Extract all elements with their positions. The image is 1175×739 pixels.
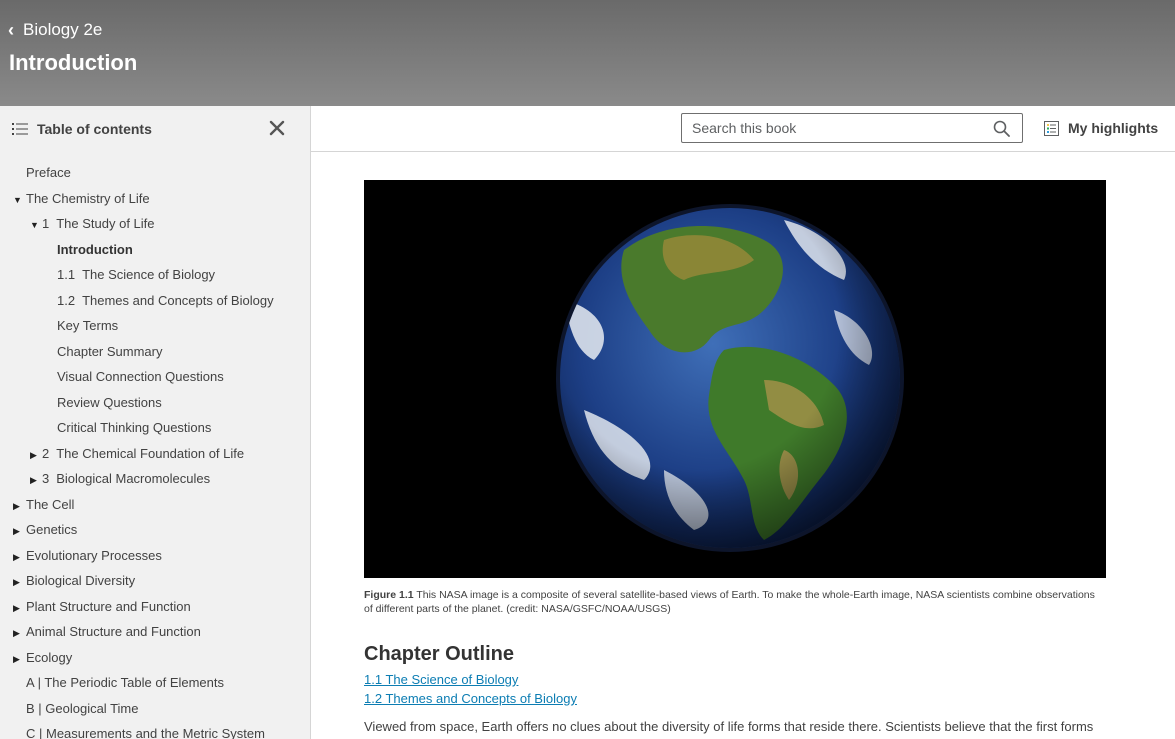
figure-caption: Figure 1.1 This NASA image is a composit… bbox=[364, 588, 1106, 616]
toc-title: Table of contents bbox=[37, 120, 152, 137]
toc-item-label: A | The Periodic Table of Elements bbox=[26, 675, 225, 690]
back-to-book-link[interactable]: ‹ Biology 2e bbox=[8, 20, 102, 40]
toc-item[interactable]: Introduction bbox=[0, 242, 310, 268]
toc-item[interactable]: ▶ 2 The Chemical Foundation of Life bbox=[0, 446, 310, 472]
caret-down-icon[interactable]: ▼ bbox=[30, 218, 39, 233]
toc-item-label: Genetics bbox=[26, 522, 78, 537]
chevron-left-icon: ‹ bbox=[8, 20, 14, 40]
intro-paragraph: Viewed from space, Earth offers no clues… bbox=[364, 719, 1094, 734]
toc-item[interactable]: Critical Thinking Questions bbox=[0, 420, 310, 446]
toc-item-number: 1.2 bbox=[57, 292, 76, 308]
toc-header: Table of contents bbox=[0, 106, 310, 151]
toc-item-label: Plant Structure and Function bbox=[26, 598, 191, 614]
toolbar: My highlights bbox=[311, 106, 1175, 152]
search-icon[interactable] bbox=[993, 120, 1010, 137]
toc-item-label: The Study of Life bbox=[56, 216, 155, 231]
toc-item-label: The Chemical Foundation of Life bbox=[56, 445, 245, 461]
caret-right-icon[interactable]: ▶ bbox=[13, 524, 20, 539]
toc-item-label: Review Questions bbox=[57, 394, 162, 410]
toc-item-label: Preface bbox=[26, 165, 71, 180]
earth-figure-image bbox=[364, 180, 1106, 578]
close-icon[interactable] bbox=[268, 119, 286, 137]
highlights-icon bbox=[1044, 120, 1059, 136]
book-title: Biology 2e bbox=[23, 20, 103, 39]
toc-item[interactable]: ▶ Plant Structure and Function bbox=[0, 599, 310, 625]
toc-item-label: Animal Structure and Function bbox=[26, 624, 201, 639]
my-highlights-label: My highlights bbox=[1068, 120, 1159, 136]
figure-label: Figure 1.1 bbox=[364, 589, 414, 601]
my-highlights-button[interactable]: My highlights bbox=[1044, 120, 1158, 136]
toc-item-label: Critical Thinking Questions bbox=[57, 420, 212, 435]
caret-right-icon[interactable]: ▶ bbox=[13, 499, 20, 514]
toc-item[interactable]: ▼ 1 The Study of Life bbox=[0, 216, 310, 242]
caret-right-icon[interactable]: ▶ bbox=[30, 448, 37, 463]
toc-item[interactable]: Key Terms bbox=[0, 318, 310, 344]
toc-item[interactable]: 1.1 The Science of Biology bbox=[0, 267, 310, 293]
toc-item[interactable]: ▶ Ecology bbox=[0, 650, 310, 676]
toc-item-number: 1.1 bbox=[57, 267, 76, 282]
caret-right-icon[interactable]: ▶ bbox=[13, 550, 20, 565]
toc-item[interactable]: ▶ The Cell bbox=[0, 497, 310, 523]
toc-item[interactable]: Chapter Summary bbox=[0, 344, 310, 370]
toc-item[interactable]: Visual Connection Questions bbox=[0, 369, 310, 395]
toc-list-icon bbox=[12, 122, 28, 135]
figure-caption-text: This NASA image is a composite of severa… bbox=[364, 589, 1095, 615]
toc-item-label: Biological Diversity bbox=[26, 573, 136, 588]
toc-item[interactable]: C | Measurements and the Metric System bbox=[0, 726, 310, 739]
toc-item-number: 2 bbox=[42, 445, 50, 461]
toc-item-label: Themes and Concepts of Biology bbox=[82, 292, 274, 308]
earth-globe-illustration bbox=[556, 204, 904, 552]
toc-item-label: Evolutionary Processes bbox=[26, 547, 162, 563]
toc-item-label: Chapter Summary bbox=[57, 343, 163, 359]
toc-item[interactable]: ▶ Biological Diversity bbox=[0, 573, 310, 599]
toc-item-label: Ecology bbox=[26, 649, 73, 665]
toc-item-label: The Science of Biology bbox=[82, 267, 216, 282]
toc-item[interactable]: ▶ Evolutionary Processes bbox=[0, 548, 310, 574]
toc-item-label: Key Terms bbox=[57, 318, 119, 333]
toc-list: Preface ▼ The Chemistry of Life ▼ 1 The Study… bbox=[0, 151, 310, 739]
toc-item[interactable]: B | Geological Time bbox=[0, 701, 310, 727]
toc-item[interactable]: ▶ Genetics bbox=[0, 522, 310, 548]
toc-item-label: The Cell bbox=[26, 496, 75, 512]
caret-down-icon[interactable]: ▼ bbox=[13, 193, 22, 208]
toc-item[interactable]: ▶ Animal Structure and Function bbox=[0, 624, 310, 650]
table-of-contents-sidebar: Table of contents Preface ▼ The Chemistry … bbox=[0, 106, 311, 739]
search-input[interactable] bbox=[682, 114, 982, 142]
toc-item-number: 3 bbox=[42, 471, 50, 486]
caret-right-icon[interactable]: ▶ bbox=[13, 652, 20, 667]
book-header: ‹ Biology 2e Introduction bbox=[0, 0, 1175, 106]
search-box bbox=[681, 113, 1023, 143]
toc-item[interactable]: A | The Periodic Table of Elements bbox=[0, 675, 310, 701]
outline-link-1-1[interactable]: 1.1 The Science of Biology bbox=[364, 672, 518, 687]
toc-item[interactable]: Preface bbox=[0, 165, 310, 191]
caret-right-icon[interactable]: ▶ bbox=[30, 473, 37, 488]
caret-right-icon[interactable]: ▶ bbox=[13, 626, 20, 641]
toc-item-label: C | Measurements and the Metric System bbox=[26, 726, 265, 739]
toc-item[interactable]: ▶ 3 Biological Macromolecules bbox=[0, 471, 310, 497]
toc-item[interactable]: 1.2 Themes and Concepts of Biology bbox=[0, 293, 310, 319]
caret-right-icon[interactable]: ▶ bbox=[13, 601, 20, 616]
toc-item-label: B | Geological Time bbox=[26, 700, 139, 716]
toc-item-label: The Chemistry of Life bbox=[26, 190, 150, 206]
main-content: Figure 1.1 This NASA image is a composit… bbox=[311, 152, 1175, 739]
toc-item-number: 1 bbox=[42, 216, 50, 231]
toc-item[interactable]: ▼ The Chemistry of Life bbox=[0, 191, 310, 217]
chapter-outline-heading: Chapter Outline bbox=[364, 643, 515, 665]
page-title: Introduction bbox=[9, 50, 138, 75]
toc-item[interactable]: Review Questions bbox=[0, 395, 310, 421]
toc-item-label: Introduction bbox=[57, 241, 133, 257]
toc-item-label: Visual Connection Questions bbox=[57, 369, 224, 384]
outline-link-1-2[interactable]: 1.2 Themes and Concepts of Biology bbox=[364, 691, 577, 706]
caret-right-icon[interactable]: ▶ bbox=[13, 575, 20, 590]
toc-item-label: Biological Macromolecules bbox=[56, 471, 211, 486]
